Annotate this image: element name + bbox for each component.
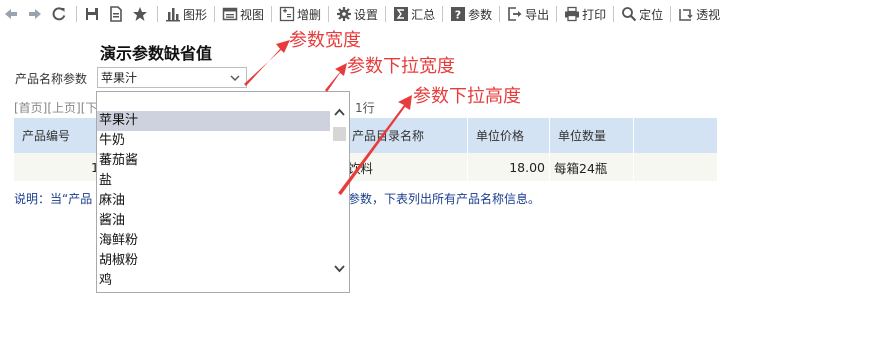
annotation-arrow-list-height xyxy=(338,95,412,195)
annotation-list-height-label: 参数下拉高度 xyxy=(413,86,521,107)
annotation-arrow-width xyxy=(244,40,290,86)
annotation-arrows xyxy=(244,40,412,195)
annotation-width-label: 参数宽度 xyxy=(289,30,361,51)
annotation-arrow-list-width xyxy=(325,63,347,92)
annotation-list-width-label: 参数下拉宽度 xyxy=(347,56,455,77)
